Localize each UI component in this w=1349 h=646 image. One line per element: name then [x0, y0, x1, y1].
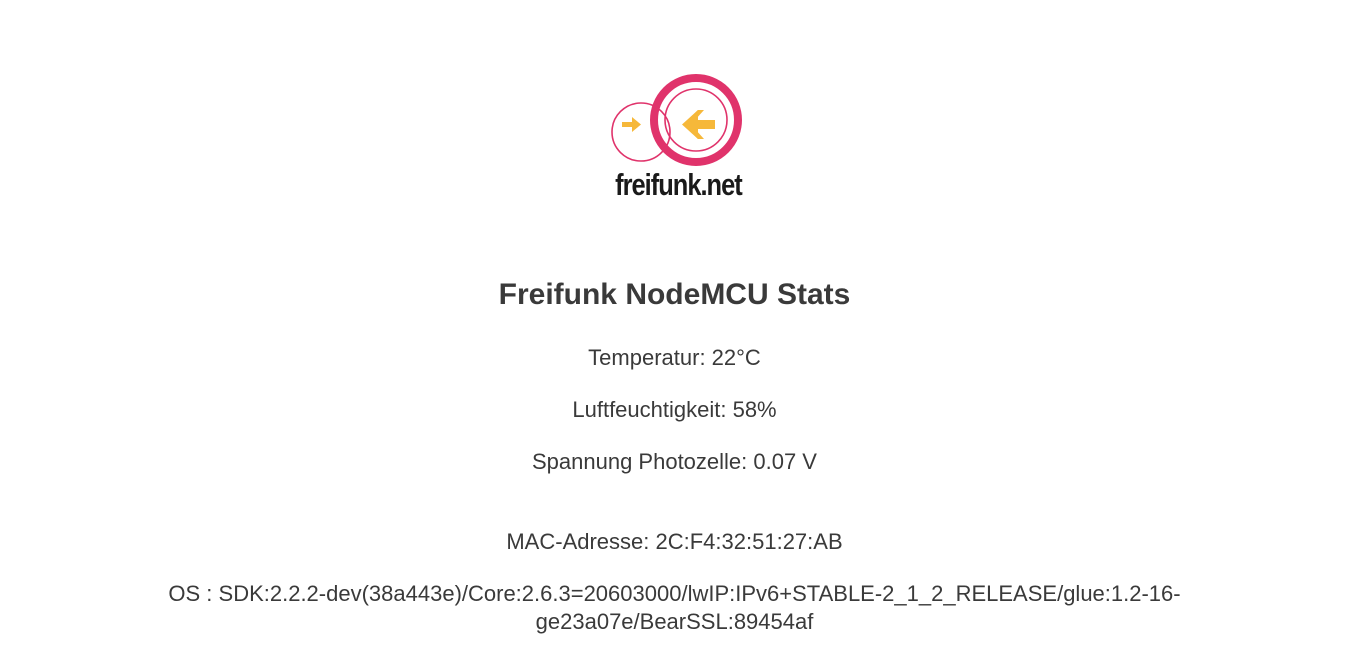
- mac-address: MAC-Adresse: 2C:F4:32:51:27:AB: [506, 529, 843, 554]
- os-version-info: OS : SDK:2.2.2-dev(38a443e)/Core:2.6.3=2…: [168, 581, 1181, 634]
- freifunk-logo: freifunk.net: [602, 70, 748, 204]
- logo-wordmark: freifunk.net: [615, 167, 743, 202]
- freifunk-logo-icon: [611, 74, 742, 166]
- humidity-reading: Luftfeuchtigkeit: 58%: [572, 397, 777, 422]
- page-title: Freifunk NodeMCU Stats: [498, 278, 851, 311]
- temperature-reading: Temperatur: 22°C: [588, 345, 761, 370]
- photocell-voltage-reading: Spannung Photozelle: 0.07 V: [531, 449, 817, 474]
